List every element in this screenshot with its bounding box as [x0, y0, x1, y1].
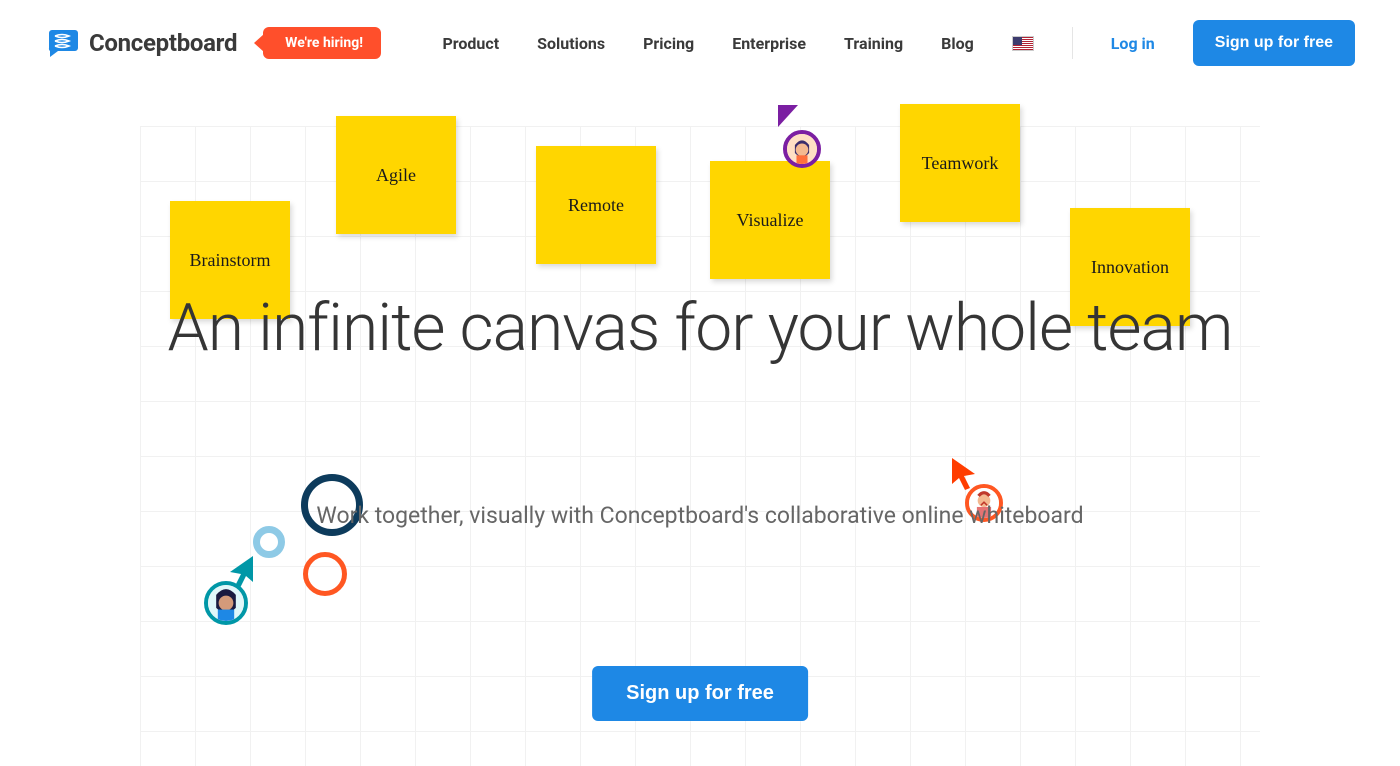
nav-item-pricing[interactable]: Pricing	[643, 34, 694, 53]
user-cursor-purple	[783, 130, 821, 168]
locale-flag-icon[interactable]	[1012, 36, 1034, 51]
avatar-icon	[208, 585, 244, 621]
sticky-label: Agile	[376, 165, 416, 186]
nav-item-product[interactable]: Product	[442, 34, 499, 53]
purple-cursor-flag-icon	[778, 105, 804, 131]
brand-logo[interactable]: Conceptboard	[45, 28, 237, 58]
sticky-label: Remote	[568, 195, 624, 216]
deco-circle-orange	[303, 552, 347, 596]
sticky-remote: Remote	[536, 146, 656, 264]
avatar-icon	[787, 134, 817, 164]
nav-item-training[interactable]: Training	[844, 34, 903, 53]
hero-subtext: Work together, visually with Conceptboar…	[0, 491, 1400, 540]
nav-item-blog[interactable]: Blog	[941, 34, 974, 53]
conceptboard-logo-icon	[45, 28, 79, 58]
sticky-teamwork: Teamwork	[900, 104, 1020, 222]
user-cursor-teal	[204, 581, 248, 625]
sticky-label: Visualize	[737, 210, 804, 231]
hero: Brainstorm Agile Remote Visualize Teamwo…	[0, 86, 1400, 766]
hero-headline: An infinite canvas for your whole team	[0, 286, 1400, 372]
signup-button-hero[interactable]: Sign up for free	[592, 666, 808, 721]
sticky-label: Innovation	[1091, 257, 1169, 278]
nav-item-enterprise[interactable]: Enterprise	[732, 34, 806, 53]
sticky-label: Teamwork	[922, 153, 999, 174]
signup-button-header[interactable]: Sign up for free	[1193, 20, 1355, 66]
nav-divider	[1072, 27, 1073, 59]
main-nav: Product Solutions Pricing Enterprise Tra…	[442, 20, 1355, 66]
sticky-visualize: Visualize	[710, 161, 830, 279]
hiring-badge[interactable]: We're hiring!	[263, 27, 381, 59]
sticky-agile: Agile	[336, 116, 456, 234]
header: Conceptboard We're hiring! Product Solut…	[0, 0, 1400, 86]
sticky-label: Brainstorm	[190, 250, 271, 271]
login-link[interactable]: Log in	[1111, 34, 1155, 53]
nav-item-solutions[interactable]: Solutions	[537, 34, 605, 53]
brand-name: Conceptboard	[89, 29, 237, 57]
